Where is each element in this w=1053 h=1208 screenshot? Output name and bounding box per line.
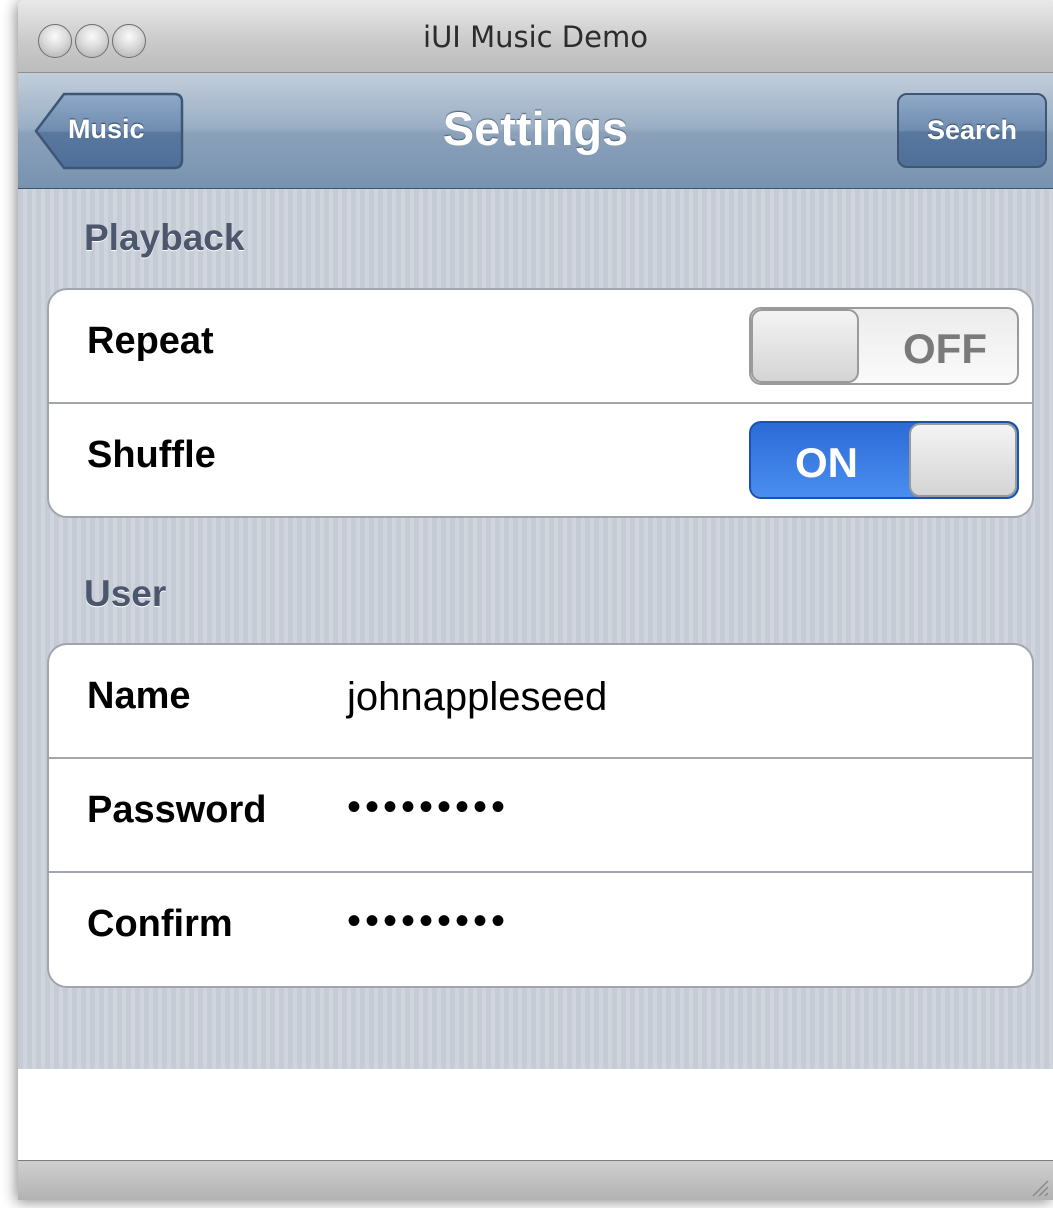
title-bar: iUI Music Demo [18,0,1053,73]
toggle-knob [751,309,859,383]
search-button[interactable]: Search [897,93,1047,168]
repeat-toggle[interactable]: OFF [749,307,1019,385]
toggle-state-label: ON [795,439,858,486]
confirm-label: Confirm [87,903,233,945]
shuffle-row: Shuffle ON [49,404,1032,516]
password-field[interactable]: ••••••••• [347,785,509,830]
shuffle-label: Shuffle [87,434,216,476]
confirm-password-field[interactable]: ••••••••• [347,899,509,944]
name-row[interactable]: Name johnappleseed [49,645,1032,759]
settings-panel: Playback Repeat OFF Shuffle ON User Name [18,189,1053,1069]
password-label: Password [87,789,267,831]
window-title: iUI Music Demo [423,20,648,54]
user-group: Name johnappleseed Password ••••••••• Co… [47,643,1034,988]
browser-window: iUI Music Demo Music Settings Search Pla… [18,0,1053,1200]
name-field[interactable]: johnappleseed [347,675,607,720]
shuffle-toggle[interactable]: ON [749,421,1019,499]
section-heading-user: User [84,573,167,614]
toggle-knob [909,423,1017,497]
status-bar [18,1160,1053,1200]
repeat-row: Repeat OFF [49,290,1032,404]
resize-grip-icon[interactable] [1027,1175,1049,1197]
toggle-state-label: OFF [903,325,987,372]
confirm-row[interactable]: Confirm ••••••••• [49,873,1032,986]
password-row[interactable]: Password ••••••••• [49,759,1032,873]
name-label: Name [87,675,191,717]
repeat-label: Repeat [87,320,214,362]
nav-toolbar: Music Settings Search [18,73,1053,189]
playback-group: Repeat OFF Shuffle ON [47,288,1034,518]
section-heading-playback: Playback [84,217,245,258]
